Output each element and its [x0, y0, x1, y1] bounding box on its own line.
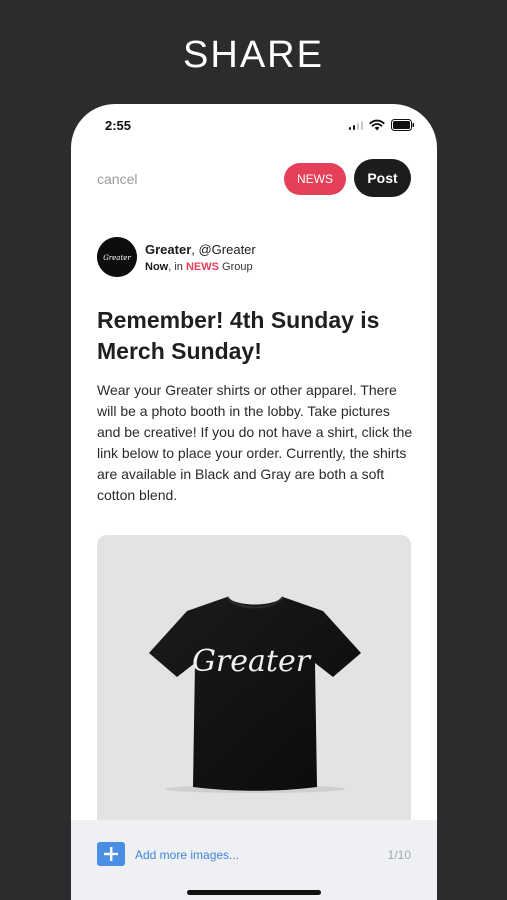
post-body: Wear your Greater shirts or other appare… [97, 382, 413, 503]
status-bar: 2:55 [71, 104, 437, 148]
add-image-icon[interactable] [97, 842, 125, 866]
post-meta: Now, in NEWS Group [145, 261, 253, 273]
post-time: Now [145, 261, 169, 273]
share-screen: SHARE 2:55 cancel NEWS Post Greater Grea… [0, 0, 507, 900]
status-icons [348, 119, 416, 131]
home-indicator [187, 890, 321, 895]
tshirt-image: Greater [149, 596, 361, 793]
phone-frame: 2:55 cancel NEWS Post Greater Greater, @… [71, 104, 437, 900]
author-name-line: Greater, @Greater [145, 242, 256, 257]
image-tray: Add more images... 1/10 [71, 820, 437, 900]
post-button[interactable]: Post [354, 159, 411, 197]
avatar: Greater [97, 237, 137, 277]
cancel-button[interactable]: cancel [97, 171, 137, 187]
group-tag-button[interactable]: NEWS [284, 163, 346, 195]
avatar-logo-text: Greater [103, 254, 131, 262]
post-in-text: , in [168, 261, 186, 273]
author-handle: , @Greater [191, 242, 256, 257]
image-counter: 1/10 [387, 848, 411, 862]
post-author: Greater Greater, @Greater Now, in NEWS G… [97, 237, 417, 279]
battery-icon [391, 119, 415, 131]
composer-toolbar: cancel NEWS Post [71, 159, 437, 199]
shirt-print-text: Greater [192, 644, 312, 679]
author-name: Greater [145, 242, 192, 257]
page-title: SHARE [183, 34, 324, 76]
cellular-signal-icon [348, 120, 363, 130]
post-group: NEWS [185, 261, 219, 273]
add-images-link[interactable]: Add more images... [135, 848, 239, 862]
post-image[interactable]: Greater [97, 535, 411, 835]
status-time: 2:55 [105, 118, 132, 133]
post-group-suffix: Group [218, 261, 253, 273]
wifi-icon [369, 119, 385, 131]
post-title: Remember! 4th Sunday is Merch Sunday! [97, 307, 380, 364]
